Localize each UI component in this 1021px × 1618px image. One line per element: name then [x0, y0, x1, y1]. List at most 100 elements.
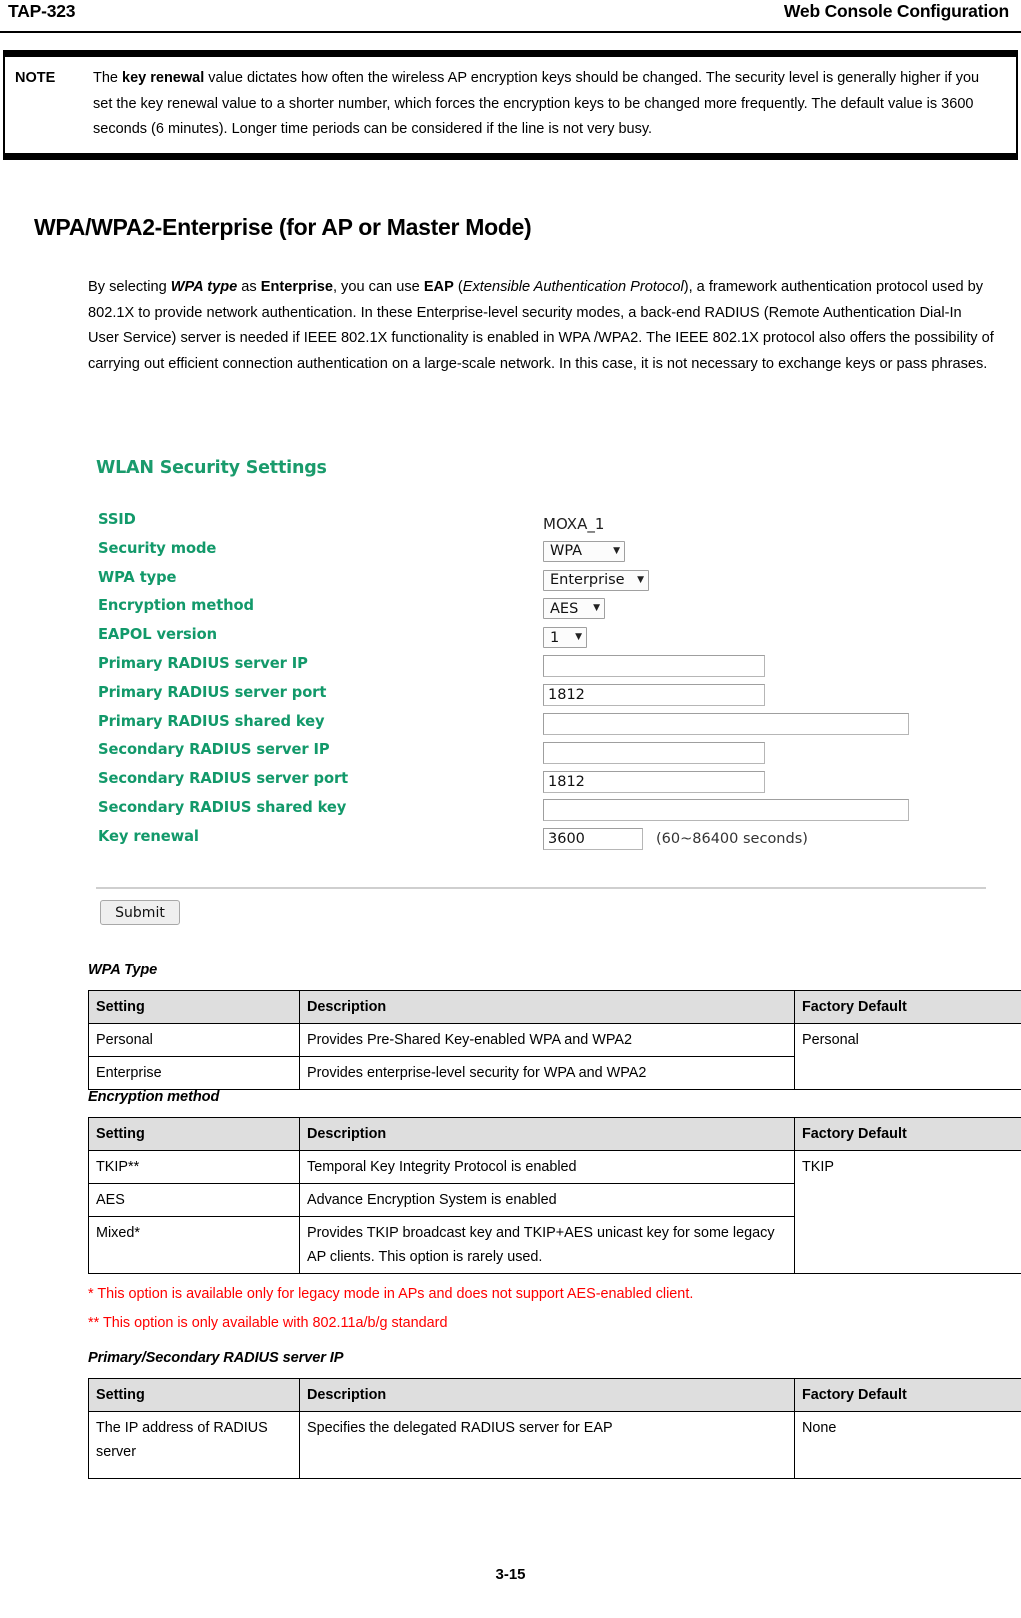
- header-setting: Setting: [88, 990, 300, 1024]
- value-encryption-method-wrap: AES ▼: [543, 595, 605, 622]
- form-row-ssid: SSID MOXA_1: [88, 509, 993, 538]
- para-text-3: , you can use: [332, 279, 424, 295]
- secondary-radius-server-ip-input[interactable]: [543, 741, 765, 764]
- label-encryption-method: Encryption method: [98, 597, 254, 615]
- table-encryption-method: Setting Description Factory Default TKIP…: [88, 1117, 1021, 1274]
- table-caption-radius-server-ip: Primary/Secondary RADIUS server IP: [88, 1350, 344, 1366]
- eapol-version-select[interactable]: 1 ▼: [543, 627, 587, 649]
- cell-setting: TKIP**: [88, 1150, 300, 1184]
- label-primary-radius-shared-key: Primary RADIUS shared key: [98, 712, 325, 730]
- table-row: Personal Provides Pre-Shared Key-enabled…: [88, 1023, 1021, 1090]
- wlan-security-settings-screenshot: WLAN Security Settings SSID MOXA_1 Secur…: [88, 452, 993, 934]
- table-radius-server-ip: Setting Description Factory Default The …: [88, 1378, 1021, 1479]
- form-row-primary-radius-key: Primary RADIUS shared key: [88, 711, 993, 740]
- label-secondary-radius-server-port: Secondary RADIUS server port: [98, 770, 349, 788]
- label-eapol-version: EAPOL version: [98, 626, 217, 644]
- label-ssid: SSID: [98, 511, 136, 528]
- console-panel-title: WLAN Security Settings: [96, 458, 327, 478]
- cell-factory-default: TKIP: [794, 1150, 1021, 1274]
- cell-description: Provides Pre-Shared Key-enabled WPA and …: [299, 1023, 795, 1057]
- form-row-encryption-method: Encryption method AES ▼: [88, 595, 993, 624]
- cell-setting: Mixed*: [88, 1216, 300, 1274]
- footnote-single-asterisk: * This option is available only for lega…: [88, 1286, 694, 1302]
- para-text-4: (: [453, 279, 463, 295]
- label-primary-radius-server-ip: Primary RADIUS server IP: [98, 654, 308, 672]
- header-setting: Setting: [88, 1378, 300, 1412]
- key-renewal-range-hint: (60~86400 seconds): [656, 831, 808, 848]
- table-row: The IP address of RADIUS server Specifie…: [88, 1411, 1021, 1479]
- console-divider: [96, 887, 986, 889]
- cell-setting: AES: [88, 1183, 300, 1217]
- para-term-eap: EAP: [423, 279, 454, 295]
- form-row-wpa-type: WPA type Enterprise ▼: [88, 567, 993, 596]
- value-secondary-radius-port-wrap: [543, 768, 765, 795]
- form-row-primary-radius-port: Primary RADIUS server port: [88, 682, 993, 711]
- value-secondary-radius-key-wrap: [543, 797, 909, 824]
- footnote-double-asterisk: ** This option is only available with 80…: [88, 1315, 448, 1331]
- note-label: NOTE: [15, 70, 56, 86]
- chevron-down-icon: ▼: [637, 574, 644, 585]
- chevron-down-icon: ▼: [613, 545, 620, 556]
- header-factory-default: Factory Default: [794, 1378, 1021, 1412]
- value-eapol-version-wrap: 1 ▼: [543, 624, 587, 651]
- label-primary-radius-server-port: Primary RADIUS server port: [98, 683, 327, 701]
- value-primary-radius-key-wrap: [543, 711, 909, 738]
- key-renewal-input[interactable]: [543, 828, 643, 851]
- value-security-mode-wrap: WPA ▼: [543, 538, 625, 565]
- value-primary-radius-ip-wrap: [543, 653, 765, 680]
- submit-button[interactable]: Submit: [100, 900, 180, 925]
- page-header: TAP-323 Web Console Configuration: [0, 0, 1021, 34]
- form-row-secondary-radius-port: Secondary RADIUS server port: [88, 768, 993, 797]
- header-factory-default: Factory Default: [794, 1117, 1021, 1151]
- chevron-down-icon: ▼: [593, 603, 600, 614]
- secondary-radius-shared-key-input[interactable]: [543, 799, 909, 822]
- section-heading: WPA/WPA2-Enterprise (for AP or Master Mo…: [34, 214, 532, 240]
- table-header-row: Setting Description Factory Default: [88, 1117, 1021, 1151]
- label-secondary-radius-server-ip: Secondary RADIUS server IP: [98, 741, 330, 759]
- value-secondary-radius-ip-wrap: [543, 739, 765, 766]
- table-wpa-type: Setting Description Factory Default Pers…: [88, 990, 1021, 1090]
- value-ssid-wrap: MOXA_1: [543, 509, 604, 536]
- form-row-key-renewal: Key renewal (60~86400 seconds): [88, 826, 993, 855]
- table-row: TKIP** Temporal Key Integrity Protocol i…: [88, 1150, 1021, 1274]
- value-wpa-type-wrap: Enterprise ▼: [543, 567, 649, 594]
- note-body: The key renewal value dictates how often…: [93, 66, 1002, 143]
- cell-description: Advance Encryption System is enabled: [299, 1183, 795, 1217]
- encryption-method-select[interactable]: AES ▼: [543, 598, 605, 620]
- secondary-radius-server-port-input[interactable]: [543, 770, 765, 793]
- note-text-part1: The: [93, 70, 123, 86]
- label-secondary-radius-shared-key: Secondary RADIUS shared key: [98, 798, 347, 816]
- wpa-type-select[interactable]: Enterprise ▼: [543, 569, 649, 591]
- para-text-1: By selecting: [88, 279, 171, 295]
- primary-radius-server-port-input[interactable]: [543, 684, 765, 707]
- value-primary-radius-port-wrap: [543, 682, 765, 709]
- para-term-wpa-type: WPA type: [170, 279, 238, 295]
- header-description: Description: [299, 990, 795, 1024]
- ssid-value: MOXA_1: [543, 514, 605, 533]
- note-text-part2: value dictates how often the wireless AP…: [93, 70, 980, 137]
- cell-description: Temporal Key Integrity Protocol is enabl…: [299, 1150, 795, 1184]
- form-row-secondary-radius-key: Secondary RADIUS shared key: [88, 797, 993, 826]
- cell-factory-default: None: [794, 1411, 1021, 1479]
- form-row-primary-radius-ip: Primary RADIUS server IP: [88, 653, 993, 682]
- label-wpa-type: WPA type: [98, 568, 177, 586]
- console-form: SSID MOXA_1 Security mode WPA ▼ WPA type…: [88, 509, 993, 855]
- cell-description: Specifies the delegated RADIUS server fo…: [299, 1411, 795, 1479]
- header-description: Description: [299, 1378, 795, 1412]
- note-text-emphasis: key renewal: [122, 70, 205, 86]
- cell-description: Provides enterprise-level security for W…: [299, 1056, 795, 1090]
- para-term-eap-expansion: Extensible Authentication Protocol: [462, 279, 684, 295]
- cell-setting: Enterprise: [88, 1056, 300, 1090]
- section-paragraph: By selecting WPA type as Enterprise, you…: [88, 275, 996, 378]
- table-caption-encryption-method: Encryption method: [88, 1089, 220, 1105]
- header-factory-default: Factory Default: [794, 990, 1021, 1024]
- security-mode-select[interactable]: WPA ▼: [543, 540, 625, 562]
- primary-radius-shared-key-input[interactable]: [543, 713, 909, 736]
- form-row-secondary-radius-ip: Secondary RADIUS server IP: [88, 739, 993, 768]
- document-model-name: TAP-323: [8, 1, 76, 21]
- form-row-eapol-version: EAPOL version 1 ▼: [88, 624, 993, 653]
- primary-radius-server-ip-input[interactable]: [543, 655, 765, 678]
- para-text-2: as: [237, 279, 261, 295]
- chevron-down-icon: ▼: [575, 632, 582, 643]
- table-header-row: Setting Description Factory Default: [88, 1378, 1021, 1412]
